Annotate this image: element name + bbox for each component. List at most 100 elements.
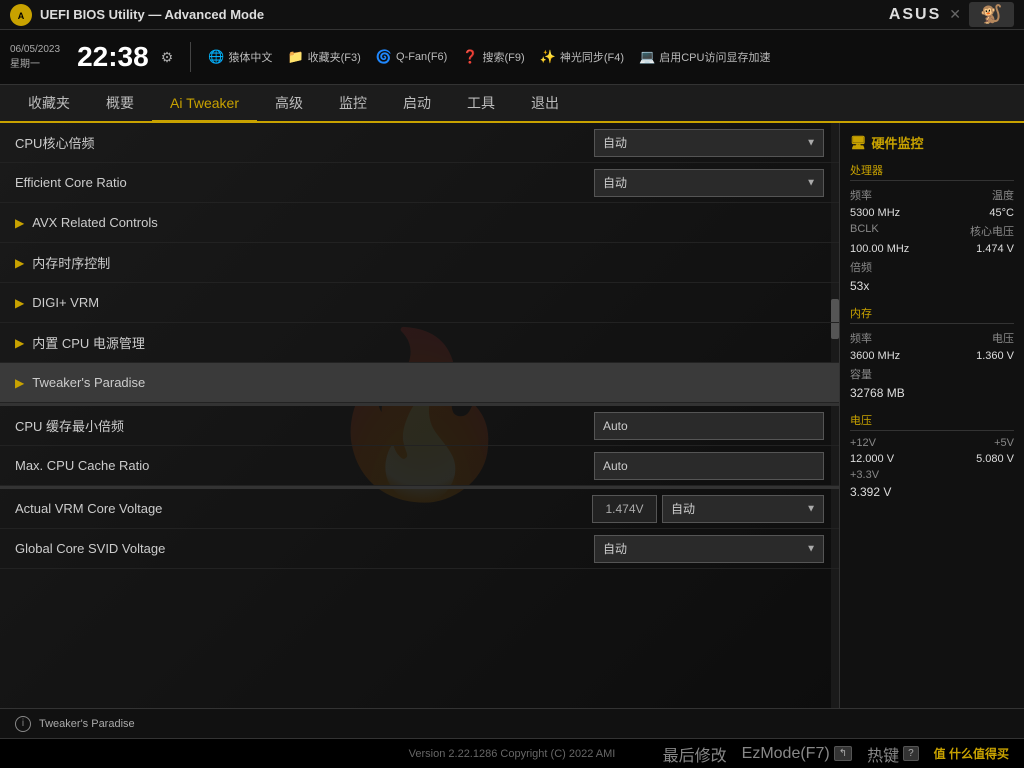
max-cpu-cache-control[interactable] bbox=[594, 452, 824, 480]
settings-gear-icon[interactable]: ⚙ bbox=[161, 49, 174, 66]
ez-mode-key: ↰ bbox=[834, 746, 852, 761]
cpu-cache-min-control[interactable] bbox=[594, 412, 824, 440]
hotkey-btn[interactable]: 热键 ? bbox=[867, 742, 919, 766]
bottom-bar: Version 2.22.1286 Copyright (C) 2022 AMI… bbox=[0, 738, 1024, 768]
main-area: 🔥 CPU核心倍频 自动 手动 Efficient Core Ratio 自动 bbox=[0, 123, 1024, 708]
toolbar-search[interactable]: ❓ 搜索(F9) bbox=[462, 49, 524, 65]
cpu-freq-value: 5300 MHz bbox=[850, 207, 900, 219]
version-text: Version 2.22.1286 Copyright (C) 2022 AMI bbox=[409, 748, 616, 760]
toolbar-qfan[interactable]: 🌀 Q-Fan(F6) bbox=[376, 49, 448, 65]
voltage-section: 电压 +12V +5V 12.000 V 5.080 V +3.3V 3.392… bbox=[850, 412, 1014, 499]
freq-temp-values: 5300 MHz 45°C bbox=[850, 207, 1014, 219]
bios-title: UEFI BIOS Utility — Advanced Mode bbox=[40, 7, 889, 22]
cpu-power-expand-icon: ▶ bbox=[15, 336, 24, 350]
cpu-core-ratio-label: CPU核心倍频 bbox=[15, 133, 594, 152]
processor-title: 处理器 bbox=[850, 162, 1014, 181]
bclk-label: BCLK bbox=[850, 223, 879, 239]
cpu-core-ratio-control[interactable]: 自动 手动 bbox=[594, 129, 824, 157]
header-right: ASUS ✕ 🐒 bbox=[889, 2, 1014, 27]
cpu-core-ratio-select[interactable]: 自动 手动 bbox=[594, 129, 824, 157]
max-cpu-cache-label: Max. CPU Cache Ratio bbox=[15, 458, 594, 473]
multiplier-header: 倍频 bbox=[850, 259, 1014, 275]
vrm-core-voltage-row: Actual VRM Core Voltage 1.474V 自动 手动 bbox=[0, 489, 839, 529]
date-display: 06/05/2023 星期一 bbox=[10, 44, 60, 70]
status-bar: i Tweaker's Paradise bbox=[0, 708, 1024, 738]
svg-text:A: A bbox=[18, 11, 25, 21]
processor-section: 处理器 频率 温度 5300 MHz 45°C BCLK 核心电压 100.00… bbox=[850, 162, 1014, 293]
header: A UEFI BIOS Utility — Advanced Mode ASUS… bbox=[0, 0, 1024, 30]
vrm-core-voltage-label: Actual VRM Core Voltage bbox=[15, 501, 592, 516]
tab-exit[interactable]: 退出 bbox=[513, 85, 577, 121]
lang-label: 猿体中文 bbox=[228, 49, 272, 65]
mem-volt-value: 1.360 V bbox=[976, 350, 1014, 362]
mem-volt-label: 电压 bbox=[992, 330, 1014, 346]
avx-controls-row[interactable]: ▶ AVX Related Controls bbox=[0, 203, 839, 243]
last-modified-label: 最后修改 bbox=[663, 742, 727, 766]
vrm-dropdown-select[interactable]: 自动 手动 bbox=[662, 495, 824, 523]
toolbar-lang[interactable]: 🌐 猿体中文 bbox=[208, 49, 272, 65]
mem-cap-label: 容量 bbox=[850, 366, 872, 382]
cpu-temp-value: 45°C bbox=[989, 207, 1014, 219]
status-text: Tweaker's Paradise bbox=[39, 718, 135, 730]
settings-list: CPU核心倍频 自动 手动 Efficient Core Ratio 自动 手动 bbox=[0, 123, 839, 569]
aura-label: 神光同步(F4) bbox=[560, 49, 624, 65]
tweakers-paradise-label: Tweaker's Paradise bbox=[32, 375, 145, 390]
time-display: 22:38 bbox=[77, 43, 149, 71]
bclk-corevolt-values: 100.00 MHz 1.474 V bbox=[850, 243, 1014, 255]
hw-monitor-icon: 🖥 bbox=[850, 135, 867, 151]
cpu-cache-min-label: CPU 缓存最小倍频 bbox=[15, 416, 594, 435]
memory-expand-icon: ▶ bbox=[15, 256, 24, 270]
temp-label: 温度 bbox=[992, 187, 1014, 203]
toolbar-cpu-access[interactable]: 💻 启用CPU访问显存加速 bbox=[639, 49, 770, 65]
mem-freq-value: 3600 MHz bbox=[850, 350, 900, 362]
efficient-core-ratio-control[interactable]: 自动 手动 bbox=[594, 169, 824, 197]
tab-overview[interactable]: 概要 bbox=[88, 85, 152, 121]
memory-timing-row[interactable]: ▶ 内存时序控制 bbox=[0, 243, 839, 283]
tab-favorites[interactable]: 收藏夹 bbox=[10, 85, 88, 121]
global-svid-voltage-select[interactable]: 自动 手动 bbox=[594, 535, 824, 563]
freq-temp-header: 频率 温度 bbox=[850, 187, 1014, 203]
favorites-label: 收藏夹(F3) bbox=[308, 49, 361, 65]
tab-boot[interactable]: 启动 bbox=[385, 85, 449, 121]
memory-title: 内存 bbox=[850, 305, 1014, 324]
cpu-power-row[interactable]: ▶ 内置 CPU 电源管理 bbox=[0, 323, 839, 363]
hotkey-key: ? bbox=[903, 746, 919, 761]
asus-brand-text: ASUS bbox=[889, 6, 941, 24]
tab-monitor[interactable]: 监控 bbox=[321, 85, 385, 121]
tab-tools[interactable]: 工具 bbox=[449, 85, 513, 121]
tab-ai-tweaker[interactable]: Ai Tweaker bbox=[152, 86, 257, 122]
aura-icon: ✨ bbox=[540, 49, 556, 65]
lang-icon: 🌐 bbox=[208, 49, 224, 65]
max-cpu-cache-input[interactable] bbox=[594, 452, 824, 480]
freq-label: 频率 bbox=[850, 187, 872, 203]
asus-logo-icon: A bbox=[10, 4, 32, 26]
divider bbox=[190, 42, 191, 72]
timebar: 06/05/2023 星期一 22:38 ⚙ 🌐 猿体中文 📁 收藏夹(F3) … bbox=[0, 30, 1024, 85]
digi-vrm-row[interactable]: ▶ DIGI+ VRM bbox=[0, 283, 839, 323]
brand-logo: 值 什么值得买 bbox=[934, 745, 1009, 762]
cpu-power-label: 内置 CPU 电源管理 bbox=[32, 333, 145, 352]
corevolt-label: 核心电压 bbox=[970, 223, 1014, 239]
v33-value: 3.392 V bbox=[850, 485, 1014, 499]
date-time-area: 06/05/2023 星期一 bbox=[10, 44, 60, 70]
mem-freq-volt-values: 3600 MHz 1.360 V bbox=[850, 350, 1014, 362]
memory-timing-label: 内存时序控制 bbox=[32, 253, 110, 272]
favorites-icon: 📁 bbox=[287, 49, 303, 65]
v12-label: +12V bbox=[850, 437, 876, 449]
vrm-dropdown-wrapper[interactable]: 自动 手动 bbox=[662, 495, 824, 523]
toolbar-aura[interactable]: ✨ 神光同步(F4) bbox=[540, 49, 624, 65]
global-svid-voltage-control[interactable]: 自动 手动 bbox=[594, 535, 824, 563]
info-icon: i bbox=[15, 716, 31, 732]
mem-cap-header: 容量 bbox=[850, 366, 1014, 382]
hw-monitor-label: 硬件监控 bbox=[872, 133, 924, 152]
digi-vrm-label: DIGI+ VRM bbox=[32, 295, 99, 310]
tweakers-paradise-row[interactable]: ▶ Tweaker's Paradise bbox=[0, 363, 839, 403]
last-modified-btn[interactable]: 最后修改 bbox=[663, 742, 727, 766]
efficient-core-ratio-select[interactable]: 自动 手动 bbox=[594, 169, 824, 197]
hw-monitor-title: 🖥 硬件监控 bbox=[850, 133, 1014, 152]
toolbar-favorites[interactable]: 📁 收藏夹(F3) bbox=[287, 49, 360, 65]
cpu-cache-min-input[interactable] bbox=[594, 412, 824, 440]
ez-mode-btn[interactable]: EzMode(F7) ↰ bbox=[742, 745, 852, 763]
avx-label: AVX Related Controls bbox=[32, 215, 158, 230]
tab-advanced[interactable]: 高级 bbox=[257, 85, 321, 121]
